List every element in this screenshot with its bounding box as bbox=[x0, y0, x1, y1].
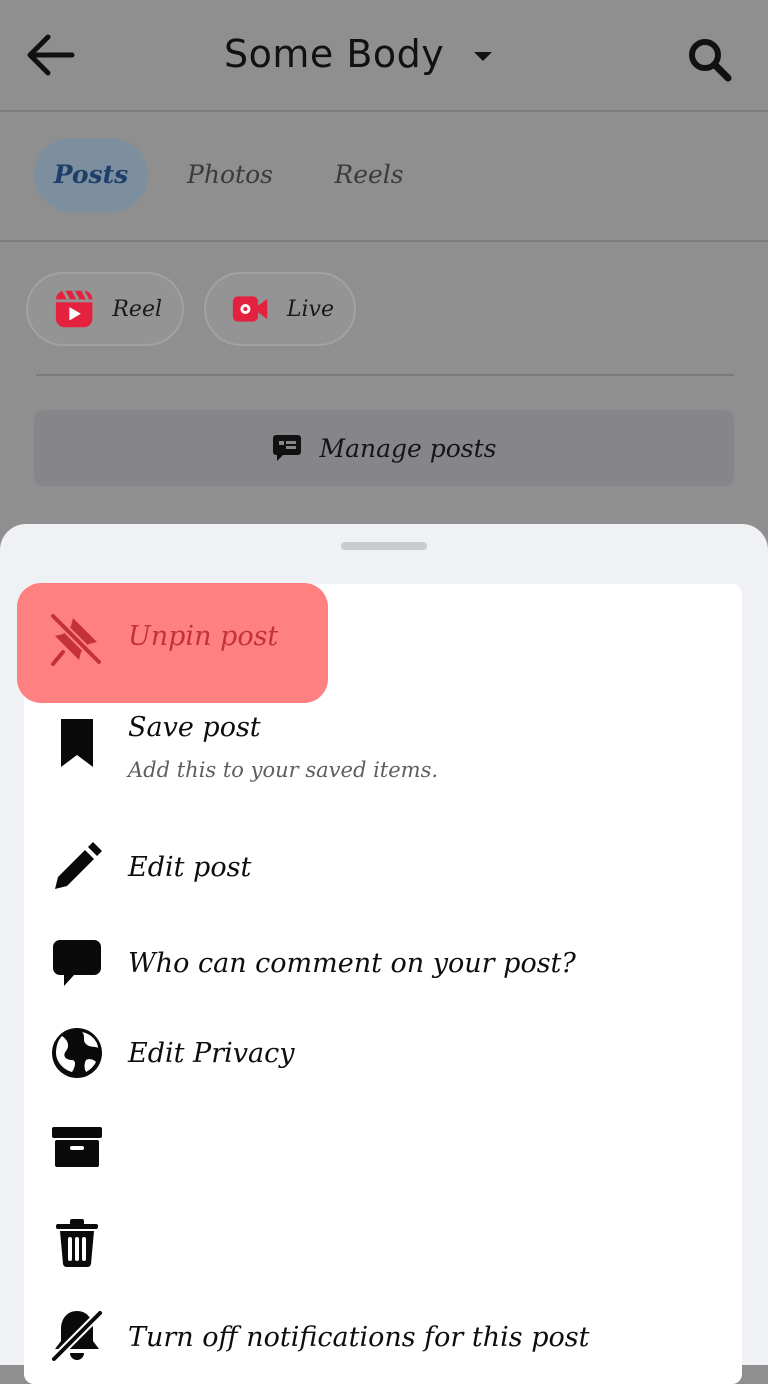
reel-icon bbox=[55, 290, 93, 328]
search-icon bbox=[689, 39, 732, 82]
pencil-icon bbox=[50, 840, 104, 894]
notifications-off-label: Turn off notifications for this post bbox=[128, 1322, 590, 1353]
edit-post-label: Edit post bbox=[128, 852, 252, 883]
unpin-post-option[interactable]: Unpin post bbox=[17, 583, 328, 703]
search-button[interactable] bbox=[684, 34, 734, 84]
divider bbox=[36, 374, 734, 376]
arrow-left-icon bbox=[27, 34, 75, 76]
chevron-down-icon bbox=[474, 51, 493, 61]
sheet-drag-handle[interactable] bbox=[341, 542, 427, 550]
unpin-post-label: Unpin post bbox=[128, 621, 279, 652]
live-button[interactable]: Live bbox=[204, 272, 356, 346]
manage-posts-icon bbox=[273, 435, 302, 461]
globe-icon bbox=[50, 1026, 104, 1080]
delete-option[interactable] bbox=[24, 1192, 742, 1282]
comment-settings-label: Who can comment on your post? bbox=[128, 948, 576, 979]
live-video-icon bbox=[232, 296, 268, 322]
comment-settings-option[interactable]: Who can comment on your post? bbox=[24, 910, 742, 1000]
manage-posts-button[interactable]: Manage posts bbox=[34, 410, 734, 486]
save-post-description: Add this to your saved items. bbox=[128, 758, 439, 782]
save-post-label: Save post bbox=[128, 712, 261, 743]
edit-post-option[interactable]: Edit post bbox=[24, 816, 742, 906]
reel-label: Reel bbox=[112, 296, 162, 322]
bookmark-icon bbox=[50, 716, 104, 770]
manage-posts-label: Manage posts bbox=[319, 433, 497, 463]
comment-icon bbox=[50, 936, 104, 990]
edit-privacy-label: Edit Privacy bbox=[128, 1038, 295, 1069]
trash-icon bbox=[50, 1216, 104, 1270]
tab-reels[interactable]: Reels bbox=[322, 138, 416, 212]
reel-button[interactable]: Reel bbox=[26, 272, 184, 346]
profile-switcher[interactable]: Some Body bbox=[224, 28, 493, 80]
unpin-icon bbox=[49, 613, 103, 667]
notifications-off-option[interactable]: Turn off notifications for this post bbox=[24, 1286, 742, 1376]
edit-privacy-option[interactable]: Edit Privacy bbox=[24, 1004, 742, 1094]
save-post-option[interactable]: Save post Add this to your saved items. bbox=[24, 692, 742, 802]
create-area: Reel Live Manage posts bbox=[0, 244, 768, 524]
archive-option[interactable] bbox=[24, 1098, 742, 1188]
bell-off-icon bbox=[50, 1308, 104, 1362]
content-tabs: Posts Photos Reels bbox=[0, 112, 768, 242]
page-title: Some Body bbox=[224, 32, 445, 76]
archive-icon bbox=[50, 1120, 104, 1174]
tab-posts[interactable]: Posts bbox=[34, 138, 148, 212]
options-panel: Save post Add this to your saved items. … bbox=[24, 584, 742, 1384]
back-button[interactable] bbox=[24, 30, 78, 80]
live-label: Live bbox=[286, 296, 334, 322]
tab-photos[interactable]: Photos bbox=[180, 138, 280, 212]
top-app-bar: Some Body bbox=[0, 0, 768, 112]
